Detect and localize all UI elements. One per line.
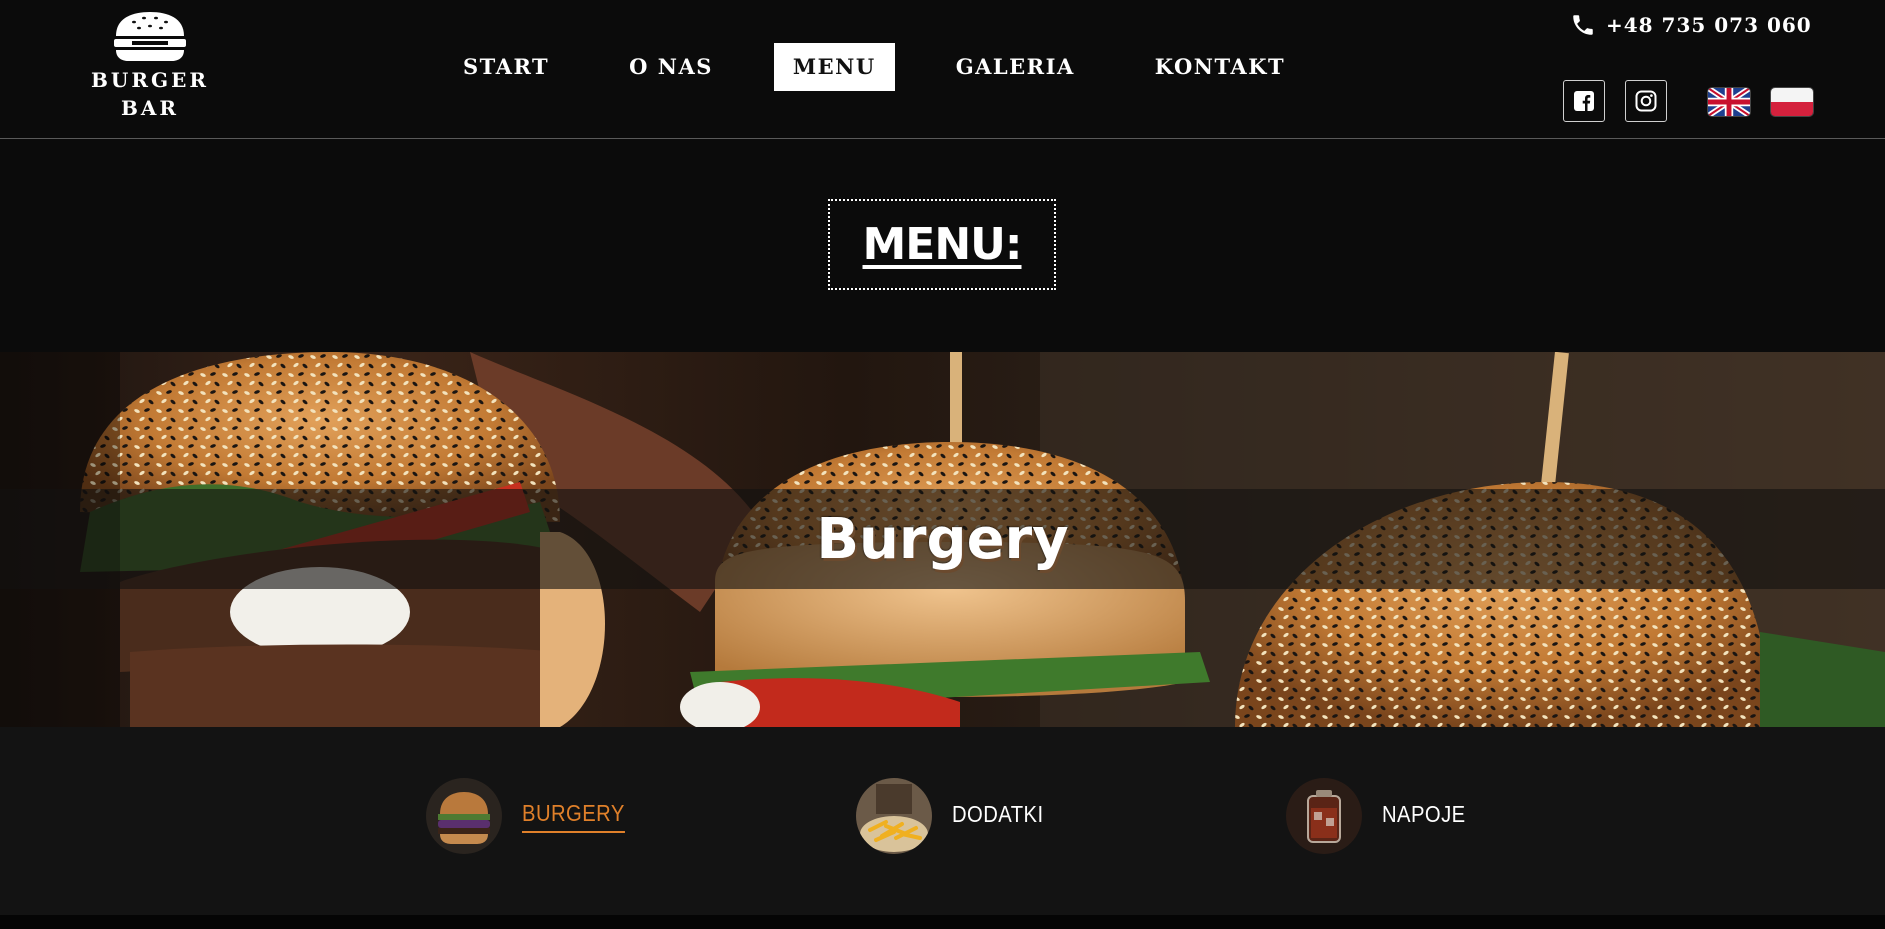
burger-thumb-icon — [426, 778, 502, 854]
main-nav: START O NAS MENU GALERIA KONTAKT — [444, 43, 1346, 91]
menu-title-box: MENU: — [828, 199, 1056, 290]
uk-flag-icon — [1708, 88, 1750, 116]
poland-flag-icon — [1771, 88, 1813, 116]
footer-strip — [0, 915, 1885, 929]
site-header: BURGER BAR START O NAS MENU GALERIA KONT… — [0, 0, 1885, 139]
nav-item-kontakt[interactable]: KONTAKT — [1136, 43, 1304, 91]
drink-thumb-icon — [1286, 778, 1362, 854]
instagram-icon — [1635, 90, 1657, 112]
tab-dodatki-label: DODATKI — [952, 800, 1044, 827]
tab-dodatki[interactable]: DODATKI — [856, 778, 1056, 854]
nav-item-o-nas[interactable]: O NAS — [610, 43, 732, 91]
hero-banner: Burgery — [0, 352, 1885, 727]
nav-item-menu[interactable]: MENU — [773, 43, 895, 91]
tab-burgery[interactable]: BURGERY — [426, 778, 639, 854]
category-tabs: BURGERY DODATKI NAPOJE — [0, 727, 1885, 915]
logo[interactable]: BURGER BAR — [88, 10, 212, 122]
tab-napoje-label: NAPOJE — [1382, 800, 1466, 827]
logo-line-2: BAR — [120, 96, 180, 120]
hero-title-band: Burgery — [0, 489, 1885, 589]
nav-item-galeria[interactable]: GALERIA — [937, 43, 1094, 91]
tab-napoje[interactable]: NAPOJE — [1286, 778, 1477, 854]
phone-number: +48 735 073 060 — [1606, 13, 1812, 37]
phone-link[interactable]: +48 735 073 060 — [1570, 10, 1812, 40]
fries-thumb-icon — [856, 778, 932, 854]
language-en-button[interactable] — [1708, 88, 1750, 116]
instagram-button[interactable] — [1625, 80, 1667, 122]
nav-item-start[interactable]: START — [444, 43, 568, 91]
logo-line-1: BURGER — [91, 68, 209, 92]
phone-icon — [1573, 15, 1593, 35]
facebook-button[interactable] — [1563, 80, 1605, 122]
facebook-icon — [1574, 91, 1594, 111]
burger-logo-icon — [114, 12, 186, 61]
language-pl-button[interactable] — [1771, 88, 1813, 116]
page-title: MENU: — [862, 219, 1023, 270]
hero-title: Burgery — [816, 506, 1069, 572]
tab-burgery-label: BURGERY — [522, 800, 625, 833]
